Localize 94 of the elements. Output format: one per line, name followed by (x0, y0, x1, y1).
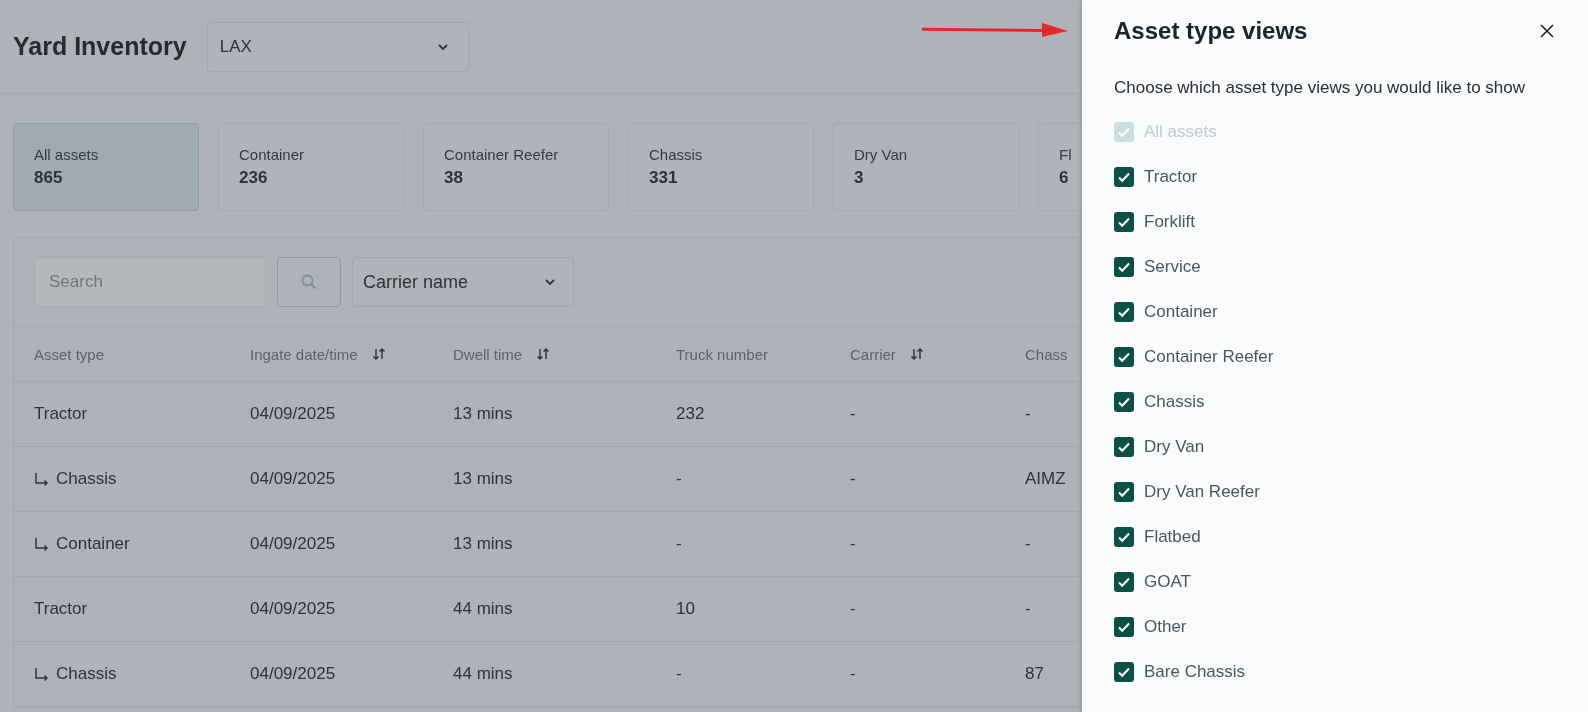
panel-description: Choose which asset type views you would like to show (1114, 78, 1527, 98)
option-label: Container Reefer (1144, 347, 1274, 367)
table-cell: 04/09/2025 (250, 404, 336, 424)
checkbox[interactable] (1114, 392, 1134, 412)
card-label: Chassis (649, 146, 704, 163)
table-cell: 04/09/2025 (250, 664, 336, 684)
table-cell: 44 mins (453, 599, 513, 619)
checkbox[interactable] (1114, 167, 1134, 187)
table-cell: Tractor (34, 599, 88, 619)
table-cell: 13 mins (453, 404, 513, 424)
asset-count-card[interactable]: All assets 865 (13, 123, 199, 211)
table-cell: 04/09/2025 (250, 534, 336, 554)
close-button[interactable] (1540, 24, 1554, 38)
asset-count-card[interactable]: Container Reefer 38 (423, 123, 609, 211)
table-cell: - (850, 404, 856, 424)
option-label: Bare Chassis (1144, 662, 1246, 682)
sort-icon[interactable] (536, 348, 551, 360)
column-header: Asset type (34, 345, 105, 363)
card-count: 6 (1059, 168, 1070, 188)
table-cell: Tractor (34, 404, 88, 424)
option-label: Container (1144, 302, 1218, 322)
column-header: Chass (1025, 345, 1068, 363)
table-cell: - (1025, 404, 1031, 424)
column-header: Ingate date/time (250, 345, 358, 363)
option-label: GOAT (1144, 572, 1191, 592)
checkbox[interactable] (1114, 347, 1134, 367)
table-cell: 13 mins (453, 534, 513, 554)
table-cell: Chassis (56, 469, 117, 489)
card-count: 331 (649, 168, 679, 188)
card-label: Container Reefer (444, 146, 560, 163)
asset-count-card[interactable]: Container 236 (218, 123, 404, 211)
table-cell: - (850, 664, 856, 684)
search-icon (300, 273, 318, 291)
location-dropdown[interactable]: LAX (206, 21, 469, 72)
option-label: All assets (1144, 122, 1217, 142)
column-header: Dwell time (453, 345, 523, 363)
card-label: Container (239, 146, 306, 163)
option-label: Dry Van Reefer (1144, 482, 1260, 502)
search-field[interactable]: Search (34, 257, 266, 307)
option-label: Dry Van (1144, 437, 1205, 457)
checkbox[interactable] (1114, 662, 1134, 682)
table-cell: 04/09/2025 (250, 599, 336, 619)
table-cell: - (676, 534, 682, 554)
table-cell: Chassis (56, 664, 117, 684)
column-header: Truck number (676, 345, 768, 363)
column-header: Carrier (850, 345, 896, 363)
table-cell: 44 mins (453, 664, 513, 684)
child-row-icon (34, 537, 50, 551)
table-cell: 87 (1025, 664, 1044, 684)
table-cell: - (1025, 599, 1031, 619)
option-label: Service (1144, 257, 1201, 277)
table-cell: - (850, 534, 856, 554)
sort-icon[interactable] (909, 348, 924, 360)
card-label: Dry Van (854, 146, 909, 163)
option-label: Flatbed (1144, 527, 1201, 547)
child-row-icon (34, 472, 50, 486)
card-label: All assets (34, 146, 100, 163)
option-label: Tractor (1144, 167, 1198, 187)
table-cell: - (850, 599, 856, 619)
table-cell: 04/09/2025 (250, 469, 336, 489)
table-cell: AIMZ (1025, 469, 1066, 489)
option-label: Forklift (1144, 212, 1195, 232)
table-cell: 10 (676, 599, 695, 619)
table-cell: - (1025, 534, 1031, 554)
option-label: Chassis (1144, 392, 1205, 412)
checkbox[interactable] (1114, 617, 1134, 637)
checkbox[interactable] (1114, 257, 1134, 277)
sort-icon[interactable] (371, 348, 386, 360)
option-label: Other (1144, 617, 1187, 637)
carrier-dropdown[interactable]: Carrier name (352, 257, 574, 307)
card-count: 236 (239, 168, 269, 188)
checkbox[interactable] (1114, 302, 1134, 322)
child-row-icon (34, 667, 50, 681)
panel-title: Asset type views (1114, 17, 1308, 45)
asset-count-card[interactable]: Fl 6 (1038, 123, 1082, 211)
checkbox[interactable] (1114, 437, 1134, 457)
checkbox[interactable] (1114, 527, 1134, 547)
table-cell: - (850, 469, 856, 489)
card-count: 865 (34, 168, 64, 188)
close-icon (1540, 24, 1554, 38)
table-cell: 13 mins (453, 469, 513, 489)
asset-count-card[interactable]: Chassis 331 (628, 123, 814, 211)
checkbox[interactable] (1114, 572, 1134, 592)
checkbox[interactable] (1114, 212, 1134, 232)
table-cell: - (676, 469, 682, 489)
card-label: Fl (1059, 146, 1073, 163)
page-title: Yard Inventory (13, 32, 187, 61)
table-cell: Container (56, 534, 130, 554)
table-cell: 232 (676, 404, 705, 424)
card-count: 38 (444, 168, 464, 188)
asset-count-card[interactable]: Dry Van 3 (833, 123, 1019, 211)
table-cell: - (676, 664, 682, 684)
card-count: 3 (854, 168, 865, 188)
checkbox[interactable] (1114, 482, 1134, 502)
